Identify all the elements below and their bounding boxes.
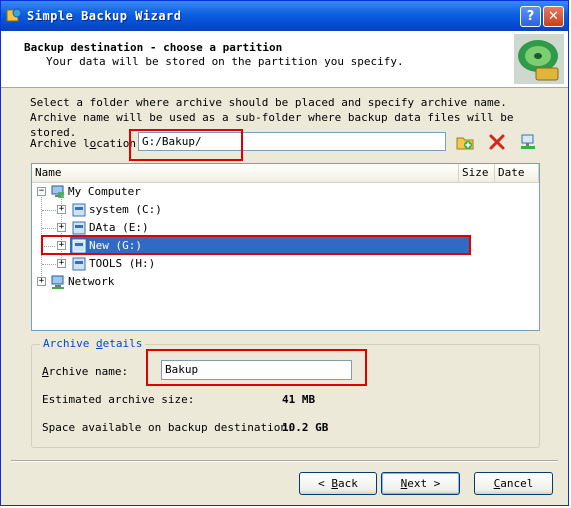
header-subtitle: Your data will be stored on the partitio…: [46, 55, 404, 68]
computer-icon: [51, 185, 64, 198]
back-button[interactable]: < Back: [299, 472, 377, 495]
close-button[interactable]: ✕: [543, 6, 564, 27]
expand-toggle[interactable]: +: [57, 223, 66, 232]
cancel-button[interactable]: Cancel: [474, 472, 553, 495]
archive-location-input[interactable]: G:/Bakup/: [138, 132, 446, 151]
tree-node-drive-h[interactable]: + TOOLS (H:): [32, 255, 462, 273]
backup-disc-icon: [514, 34, 564, 84]
archive-name-input[interactable]: Bakup: [161, 360, 352, 380]
tree-node-label: My Computer: [68, 185, 141, 198]
collapse-toggle[interactable]: −: [37, 187, 46, 196]
folder-tree[interactable]: Name Size Date − My Computer + system (C…: [31, 163, 540, 331]
estimated-size-label: Estimated archive size:: [42, 393, 195, 406]
app-icon: [6, 8, 22, 22]
expand-toggle[interactable]: +: [57, 241, 66, 250]
drive-icon: [72, 221, 86, 235]
wizard-header: Backup destination - choose a partition …: [1, 31, 568, 88]
network-drive-icon[interactable]: [519, 133, 537, 151]
delete-icon[interactable]: [488, 133, 506, 151]
tree-header: Name Size Date: [32, 164, 539, 183]
tree-node-label: Network: [68, 275, 115, 288]
archive-details-label: Archive details: [40, 337, 146, 350]
tree-line: [42, 246, 55, 247]
tree-line: [42, 264, 56, 265]
new-folder-icon[interactable]: [456, 133, 474, 151]
drive-icon: [72, 239, 86, 253]
space-available-label: Space available on backup destination:: [42, 421, 294, 434]
archive-location-label: Archive location:: [30, 137, 143, 150]
tree-node-drive-c[interactable]: + system (C:): [32, 201, 462, 219]
tree-node-drive-g[interactable]: + New (G:): [42, 237, 469, 255]
wizard-window: Simple Backup Wizard ? ✕ Backup destinat…: [0, 0, 569, 506]
estimated-size-value: 41 MB: [282, 393, 316, 406]
expand-toggle[interactable]: +: [57, 259, 66, 268]
expand-toggle[interactable]: +: [57, 205, 66, 214]
column-size[interactable]: Size: [459, 164, 495, 182]
tree-line: [42, 210, 56, 211]
next-button[interactable]: Next >: [381, 472, 460, 495]
column-date[interactable]: Date: [495, 164, 539, 182]
drive-icon: [72, 203, 86, 217]
column-name[interactable]: Name: [32, 164, 459, 182]
network-icon: [51, 275, 64, 289]
tree-node-my-computer[interactable]: − My Computer: [32, 183, 462, 201]
title-bar[interactable]: Simple Backup Wizard ? ✕: [1, 1, 568, 31]
footer-divider: [11, 460, 558, 462]
tree-node-network[interactable]: + Network: [32, 273, 462, 291]
header-title: Backup destination - choose a partition: [24, 41, 283, 54]
tree-node-label: system (C:): [89, 203, 162, 216]
tree-node-label: New (G:): [89, 239, 142, 252]
tree-node-label: DAta (E:): [89, 221, 149, 234]
space-available-value: 10.2 GB: [282, 421, 329, 434]
tree-line: [42, 228, 56, 229]
drive-icon: [72, 257, 86, 271]
archive-name-label: Archive name:: [42, 365, 129, 378]
expand-toggle[interactable]: +: [37, 277, 46, 286]
window-title: Simple Backup Wizard: [27, 9, 182, 23]
tree-node-label: TOOLS (H:): [89, 257, 156, 270]
help-button[interactable]: ?: [520, 6, 541, 27]
tree-node-drive-e[interactable]: + DAta (E:): [32, 219, 462, 237]
